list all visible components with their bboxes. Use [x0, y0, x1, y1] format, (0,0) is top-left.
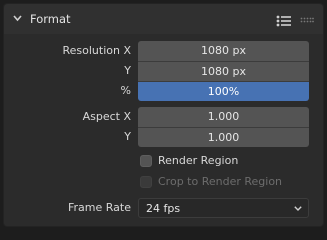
render-region-label: Render Region [158, 154, 239, 167]
resolution-percent-row: % 100% [4, 81, 323, 101]
frame-rate-label: Frame Rate [68, 201, 131, 214]
bottom-divider [0, 227, 327, 230]
frame-rate-dropdown[interactable]: 24 fps [138, 198, 309, 218]
resolution-y-field[interactable]: 1080 px [138, 61, 309, 81]
frame-rate-value: 24 fps [146, 202, 181, 215]
drag-grip-icon[interactable] [300, 17, 314, 23]
aspect-y-field[interactable]: 1.000 [138, 127, 309, 147]
render-region-box[interactable] [140, 155, 152, 167]
list-icon[interactable] [276, 15, 292, 27]
resolution-y-label: Y [124, 64, 131, 77]
chevron-down-icon[interactable] [13, 15, 22, 22]
format-panel: Format Resolution X 1080 px Y 1080 px % … [3, 3, 324, 227]
aspect-x-field[interactable]: 1.000 [138, 107, 309, 127]
aspect-y-row: Y 1.000 [4, 127, 323, 147]
panel-header[interactable]: Format [4, 4, 323, 34]
resolution-x-label: Resolution X [62, 44, 131, 57]
aspect-x-label: Aspect X [82, 110, 131, 123]
aspect-y-label: Y [124, 130, 131, 143]
resolution-x-field[interactable]: 1080 px [138, 41, 309, 61]
frame-rate-row: Frame Rate 24 fps [4, 198, 323, 218]
panel-title: Format [30, 12, 71, 26]
crop-region-box [140, 176, 152, 188]
resolution-percent-label: % [120, 84, 131, 97]
resolution-percent-slider[interactable]: 100% [138, 81, 309, 101]
chevron-down-icon [294, 206, 302, 211]
crop-region-label: Crop to Render Region [158, 175, 283, 188]
aspect-x-row: Aspect X 1.000 [4, 107, 323, 127]
resolution-x-row: Resolution X 1080 px [4, 41, 323, 61]
resolution-y-row: Y 1080 px [4, 61, 323, 81]
